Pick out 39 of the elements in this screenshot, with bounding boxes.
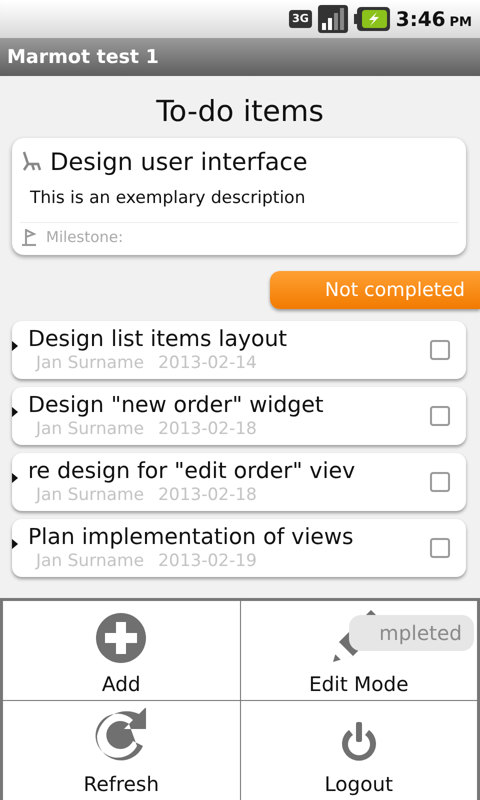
clock: 3:46 PM <box>396 7 472 31</box>
checkbox[interactable] <box>430 538 450 558</box>
expand-arrow-icon <box>12 341 18 351</box>
task-author: Jan Surname <box>36 485 144 505</box>
task-author: Jan Surname <box>36 551 144 571</box>
checkbox[interactable] <box>430 340 450 360</box>
task-item-title: Design "new order" widget <box>28 393 325 419</box>
expand-arrow-icon <box>12 539 18 549</box>
task-author: Jan Surname <box>36 419 144 439</box>
checkbox[interactable] <box>430 472 450 492</box>
menu-item[interactable]: Add <box>3 601 240 700</box>
task-item-title: Design list items layout <box>28 327 288 353</box>
task-author: Jan Surname <box>36 353 144 373</box>
flag-icon <box>20 227 38 247</box>
task-item-title: Plan implementation of views <box>28 525 354 551</box>
expand-arrow-icon <box>12 473 18 483</box>
task-list-item[interactable]: Design "new order" widget Jan Surname 2013-02-18 <box>12 387 466 445</box>
signal-icon <box>318 5 348 33</box>
task-date: 2013-02-19 <box>158 551 257 571</box>
app-title-bar: Marmot test 1 <box>0 38 480 76</box>
task-list-item[interactable]: re design for "edit order" viev Jan Surname 2013-02-18 <box>12 453 466 511</box>
task-description: This is an exemplary description <box>30 188 306 208</box>
completed-header: mpleted <box>349 615 474 651</box>
expand-arrow-icon <box>12 407 18 417</box>
milestone-label: Milestone: <box>46 228 124 246</box>
page-heading: To-do items <box>155 93 325 130</box>
task-date: 2013-02-18 <box>158 485 257 505</box>
checkbox[interactable] <box>430 406 450 426</box>
add-icon <box>95 612 148 664</box>
battery-charging-icon <box>354 7 390 31</box>
task-item-title: re design for "edit order" viev <box>28 459 356 485</box>
task-list-item[interactable]: Design list items layout Jan Surname 2013-02-14 <box>12 321 466 379</box>
task-date: 2013-02-14 <box>158 353 257 373</box>
menu-item[interactable]: Logout <box>240 701 477 800</box>
task-date: 2013-02-18 <box>158 419 257 439</box>
network-type-icon: 3G <box>289 10 312 28</box>
task-title: Design user interface <box>50 148 308 176</box>
task-list-item[interactable]: Plan implementation of views Jan Surname 2013-02-19 <box>12 519 466 577</box>
menu-item[interactable]: Refresh <box>3 701 240 800</box>
